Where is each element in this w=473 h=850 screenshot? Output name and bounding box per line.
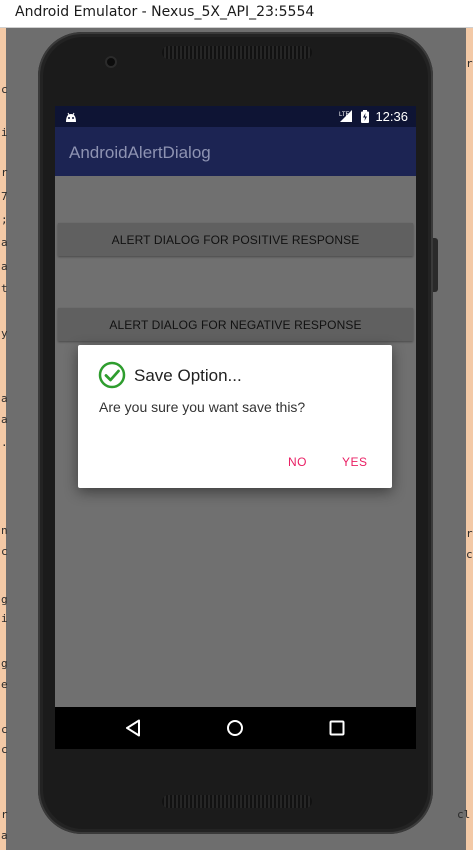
status-bar: LTE 12:36: [55, 106, 416, 127]
background-code-char: t: [1, 282, 8, 295]
background-code-char: .: [1, 436, 8, 449]
window-frame-right: [466, 28, 473, 850]
background-code-char: y: [1, 327, 8, 340]
power-side-button[interactable]: [433, 262, 438, 292]
background-code-char: r: [1, 808, 8, 821]
navigation-bar: [55, 707, 416, 749]
background-code-char: a: [1, 260, 8, 273]
background-code-char: a: [1, 236, 8, 249]
background-code-char: r: [466, 57, 473, 70]
status-time: 12:36: [375, 109, 408, 124]
recents-icon[interactable]: [329, 720, 345, 741]
top-speaker-grille: [162, 46, 312, 59]
bottom-speaker-grille: [162, 795, 312, 808]
background-code-char: g: [1, 657, 8, 670]
home-icon[interactable]: [226, 719, 244, 742]
background-code-char: c: [1, 723, 8, 736]
positive-response-button[interactable]: ALERT DIALOG FOR POSITIVE RESPONSE: [58, 223, 413, 256]
background-code-char: r: [1, 166, 8, 179]
dialog-title: Save Option...: [134, 366, 242, 385]
background-code-char: c: [1, 743, 8, 756]
background-code-char: c: [466, 548, 473, 561]
front-camera: [107, 58, 115, 66]
dialog-message: Are you sure you want save this?: [99, 399, 306, 415]
background-code-char: 7: [1, 190, 8, 203]
back-icon[interactable]: [125, 719, 141, 742]
window-title: Android Emulator - Nexus_5X_API_23:5554: [15, 4, 315, 20]
background-code-char: c: [1, 83, 8, 96]
battery-charging-icon: [361, 110, 369, 128]
background-code-char: r: [466, 527, 473, 540]
background-code-char: g: [1, 593, 8, 606]
app-toolbar: AndroidAlertDialog: [55, 127, 416, 176]
background-code-char: a: [1, 413, 8, 426]
android-debug-icon: [65, 110, 77, 128]
negative-response-button[interactable]: ALERT DIALOG FOR NEGATIVE RESPONSE: [58, 308, 413, 341]
background-code-char: a: [1, 829, 8, 842]
background-code-char: a: [1, 392, 8, 405]
alert-dialog: Save Option... Are you sure you want sav…: [78, 345, 392, 488]
background-code-char: cl: [457, 808, 471, 821]
background-code-char: i: [1, 126, 8, 139]
background-code-char: i: [1, 612, 8, 625]
dialog-no-button[interactable]: NO: [288, 455, 307, 469]
lte-label: LTE: [339, 112, 350, 118]
lte-signal-icon: LTE: [339, 110, 353, 128]
dialog-yes-button[interactable]: YES: [342, 455, 368, 469]
app-title: AndroidAlertDialog: [69, 143, 211, 162]
background-code-char: e: [1, 678, 8, 691]
background-code-char: n: [1, 524, 8, 537]
emulator-window-titlebar[interactable]: Android Emulator - Nexus_5X_API_23:5554: [0, 0, 473, 28]
background-code-char: c: [1, 545, 8, 558]
background-code-char: ;: [1, 213, 8, 226]
check-circle-icon: [98, 361, 126, 394]
